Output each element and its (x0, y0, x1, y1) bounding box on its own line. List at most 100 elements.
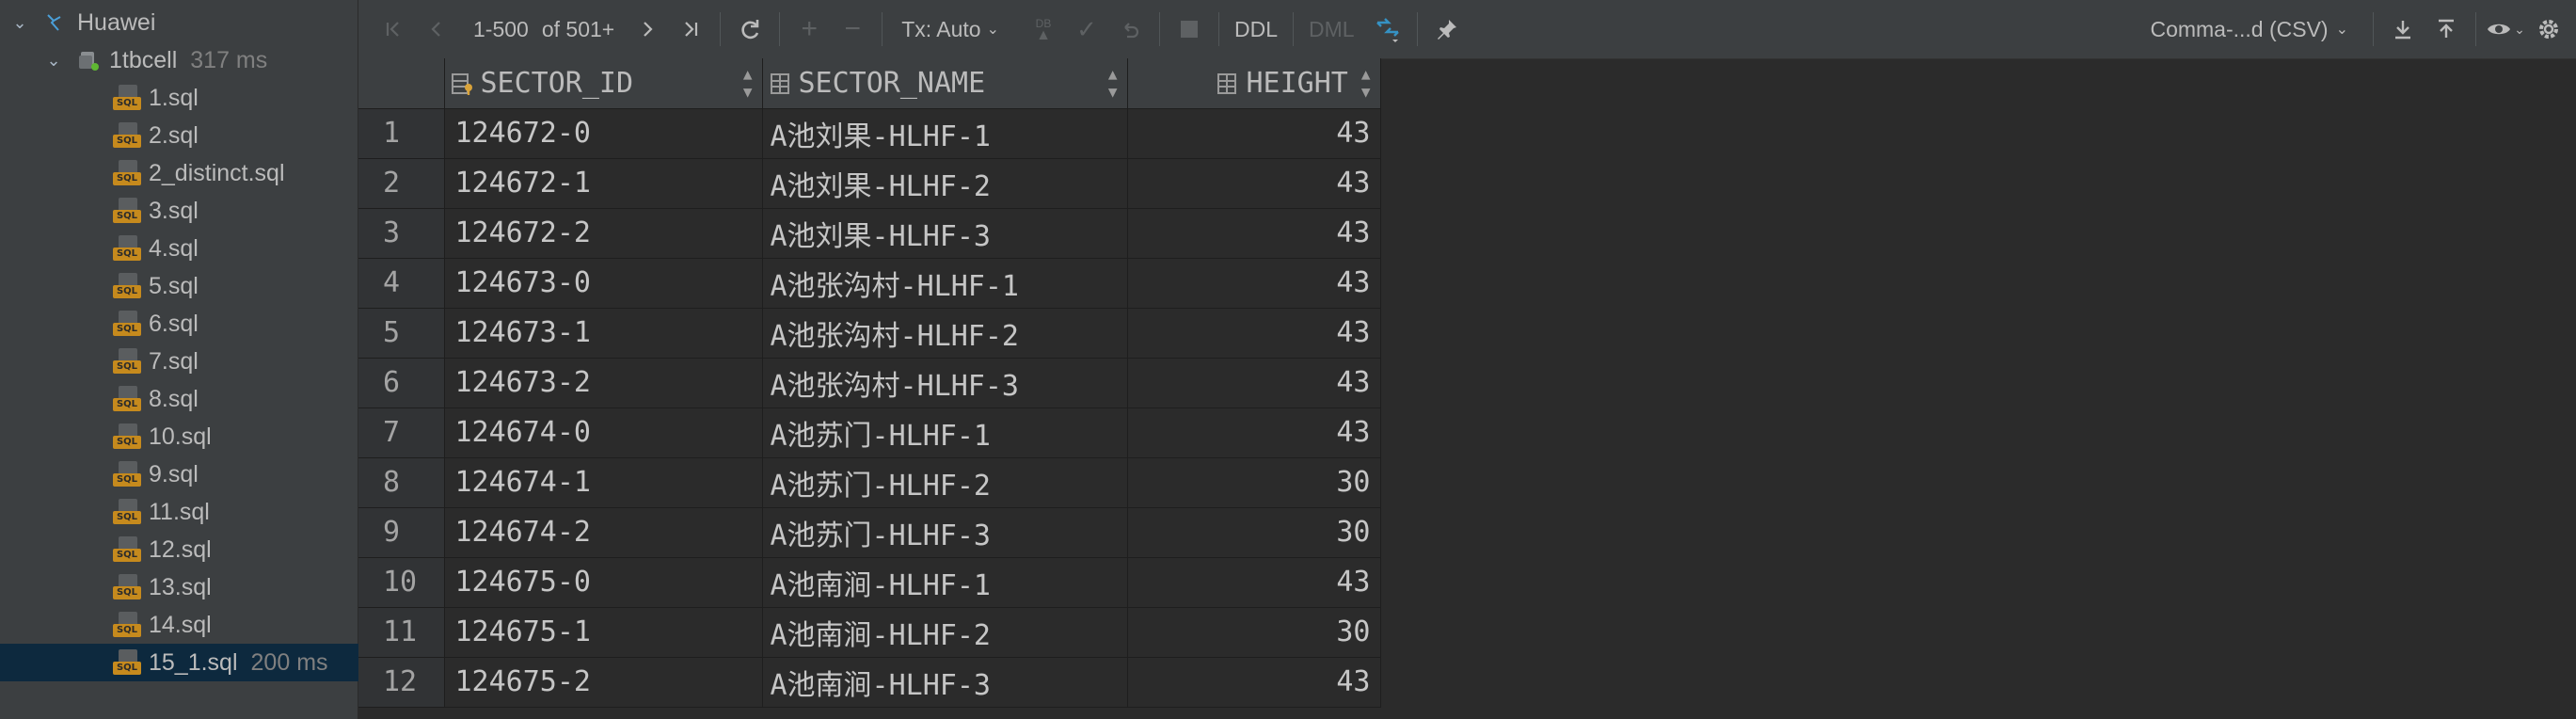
column-header-sector-id[interactable]: SECTOR_ID ▲ ▼ (444, 58, 763, 109)
cell-sector-name[interactable]: A池张沟村-HLHF-3 (762, 358, 1128, 408)
cell-sector-name[interactable]: A池张沟村-HLHF-1 (762, 258, 1128, 309)
tree-item-huawei[interactable]: ⌄ Huawei (0, 4, 358, 41)
row-number[interactable]: 2 (358, 158, 445, 209)
cell-height[interactable]: 43 (1127, 407, 1381, 458)
cell-sector-id[interactable]: 124672-1 (444, 158, 763, 209)
cell-sector-name[interactable]: A池苏门-HLHF-3 (762, 507, 1128, 558)
db-commit-icon[interactable]: DB ▲ (1022, 0, 1065, 58)
table-row[interactable]: 11 124675-1 A池南涧-HLHF-2 30 (358, 607, 1381, 658)
add-row-icon[interactable]: + (787, 0, 831, 58)
cell-height[interactable]: 43 (1127, 308, 1381, 359)
cell-sector-name[interactable]: A池刘果-HLHF-3 (762, 208, 1128, 259)
rollback-icon[interactable] (1108, 0, 1152, 58)
row-number[interactable]: 9 (358, 507, 445, 558)
first-page-icon[interactable] (372, 0, 415, 58)
cell-sector-name[interactable]: A池苏门-HLHF-2 (762, 457, 1128, 508)
cell-sector-id[interactable]: 124675-1 (444, 607, 763, 658)
row-number[interactable]: 3 (358, 208, 445, 259)
table-row[interactable]: 1 124672-0 A池刘果-HLHF-1 43 (358, 108, 1381, 159)
row-number[interactable]: 1 (358, 108, 445, 159)
cell-sector-id[interactable]: 124673-2 (444, 358, 763, 408)
column-header-height[interactable]: HEIGHT ▲ ▼ (1127, 58, 1381, 109)
sql-file-item[interactable]: SQL 8.sql (0, 380, 358, 418)
cell-sector-name[interactable]: A池刘果-HLHF-1 (762, 108, 1128, 159)
cell-sector-id[interactable]: 124674-1 (444, 457, 763, 508)
sql-file-item[interactable]: SQL 5.sql (0, 267, 358, 305)
export-format-dropdown[interactable]: Comma-...d (CSV) ⌄ (2150, 0, 2348, 58)
sql-file-item[interactable]: SQL 4.sql (0, 230, 358, 267)
cell-height[interactable]: 30 (1127, 457, 1381, 508)
sql-file-item[interactable]: SQL 2.sql (0, 117, 358, 154)
cell-sector-id[interactable]: 124674-0 (444, 407, 763, 458)
pin-icon[interactable] (1425, 0, 1469, 58)
cell-sector-id[interactable]: 124673-1 (444, 308, 763, 359)
sql-file-item[interactable]: SQL 9.sql (0, 455, 358, 493)
table-row[interactable]: 10 124675-0 A池南涧-HLHF-1 43 (358, 557, 1381, 608)
sql-file-item[interactable]: SQL 3.sql (0, 192, 358, 230)
cell-sector-name[interactable]: A池刘果-HLHF-2 (762, 158, 1128, 209)
sql-file-item[interactable]: SQL 15_1.sql 200 ms (0, 644, 358, 681)
cell-sector-name[interactable]: A池张沟村-HLHF-2 (762, 308, 1128, 359)
row-number[interactable]: 10 (358, 557, 445, 608)
sort-icon[interactable]: ▲ ▼ (1361, 65, 1371, 101)
refresh-icon[interactable] (728, 0, 771, 58)
cell-sector-id[interactable]: 124672-0 (444, 108, 763, 159)
cell-sector-id[interactable]: 124675-0 (444, 557, 763, 608)
cell-sector-id[interactable]: 124675-2 (444, 657, 763, 708)
cell-height[interactable]: 30 (1127, 607, 1381, 658)
table-row[interactable]: 9 124674-2 A池苏门-HLHF-3 30 (358, 507, 1381, 558)
table-row[interactable]: 3 124672-2 A池刘果-HLHF-3 43 (358, 208, 1381, 259)
row-number[interactable]: 7 (358, 407, 445, 458)
table-row[interactable]: 6 124673-2 A池张沟村-HLHF-3 43 (358, 358, 1381, 408)
table-row[interactable]: 2 124672-1 A池刘果-HLHF-2 43 (358, 158, 1381, 209)
cell-sector-name[interactable]: A池南涧-HLHF-2 (762, 607, 1128, 658)
page-range[interactable]: 1-500 (473, 0, 529, 58)
cell-height[interactable]: 30 (1127, 507, 1381, 558)
view-eye-icon[interactable]: ⌄ (2484, 0, 2527, 58)
row-number[interactable]: 12 (358, 657, 445, 708)
total-rows[interactable]: of 501+ (542, 0, 614, 58)
ddl-button[interactable]: DDL (1234, 0, 1278, 58)
sql-file-item[interactable]: SQL 6.sql (0, 305, 358, 343)
compare-icon[interactable] (1366, 0, 1409, 58)
table-row[interactable]: 7 124674-0 A池苏门-HLHF-1 43 (358, 407, 1381, 458)
sql-file-item[interactable]: SQL 12.sql (0, 531, 358, 568)
cell-height[interactable]: 43 (1127, 208, 1381, 259)
upload-icon[interactable] (2425, 0, 2468, 58)
cell-sector-name[interactable]: A池苏门-HLHF-1 (762, 407, 1128, 458)
cell-sector-id[interactable]: 124673-0 (444, 258, 763, 309)
stop-icon[interactable] (1168, 0, 1211, 58)
cell-height[interactable]: 43 (1127, 557, 1381, 608)
sql-file-item[interactable]: SQL 14.sql (0, 606, 358, 644)
table-row[interactable]: 5 124673-1 A池张沟村-HLHF-2 43 (358, 308, 1381, 359)
sql-file-item[interactable]: SQL 2_distinct.sql (0, 154, 358, 192)
sql-file-item[interactable]: SQL 7.sql (0, 343, 358, 380)
row-number[interactable]: 5 (358, 308, 445, 359)
sort-icon[interactable]: ▲ ▼ (743, 65, 753, 101)
delete-row-icon[interactable]: − (831, 0, 874, 58)
settings-gear-icon[interactable] (2527, 0, 2570, 58)
cell-sector-name[interactable]: A池南涧-HLHF-3 (762, 657, 1128, 708)
download-icon[interactable] (2381, 0, 2425, 58)
row-number[interactable]: 11 (358, 607, 445, 658)
row-number-header[interactable] (358, 58, 445, 109)
dml-button[interactable]: DML (1309, 0, 1355, 58)
sql-file-item[interactable]: SQL 11.sql (0, 493, 358, 531)
row-number[interactable]: 6 (358, 358, 445, 408)
table-row[interactable]: 8 124674-1 A池苏门-HLHF-2 30 (358, 457, 1381, 508)
row-number[interactable]: 4 (358, 258, 445, 309)
cell-sector-id[interactable]: 124672-2 (444, 208, 763, 259)
row-number[interactable]: 8 (358, 457, 445, 508)
sql-file-item[interactable]: SQL 10.sql (0, 418, 358, 455)
commit-check-icon[interactable]: ✓ (1065, 0, 1108, 58)
chevron-down-icon[interactable]: ⌄ (9, 12, 30, 33)
table-row[interactable]: 12 124675-2 A池南涧-HLHF-3 43 (358, 657, 1381, 708)
cell-height[interactable]: 43 (1127, 108, 1381, 159)
table-row[interactable]: 4 124673-0 A池张沟村-HLHF-1 43 (358, 258, 1381, 309)
cell-height[interactable]: 43 (1127, 158, 1381, 209)
cell-height[interactable]: 43 (1127, 258, 1381, 309)
last-page-icon[interactable] (669, 0, 712, 58)
tree-item-connection[interactable]: ⌄ 1tbcell 317 ms (0, 41, 358, 79)
sql-file-item[interactable]: SQL 1.sql (0, 79, 358, 117)
cell-height[interactable]: 43 (1127, 358, 1381, 408)
